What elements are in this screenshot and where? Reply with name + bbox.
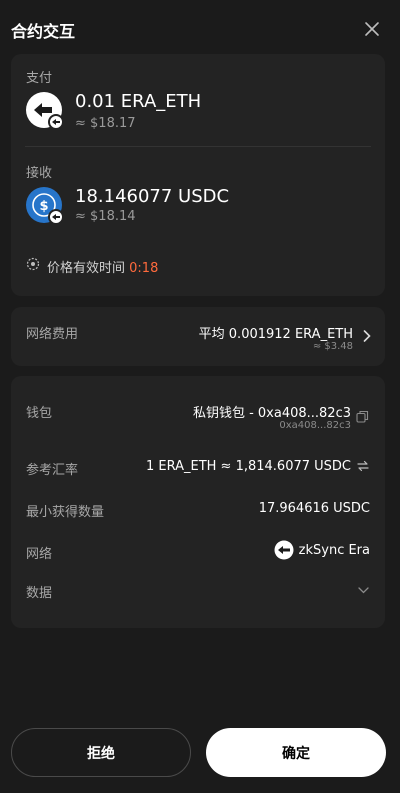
page-title: 合约交互	[11, 22, 76, 41]
chevron-right-icon[interactable]	[363, 330, 371, 342]
min-received-label: 最小获得数量	[26, 505, 105, 520]
wallet-value: 私钥钱包 - 0xa408...82c3	[192, 406, 351, 421]
receive-usd: ≈ $18.14	[75, 209, 136, 224]
timer-icon	[26, 257, 40, 271]
data-label: 数据	[26, 586, 53, 601]
rate-value: 1 ERA_ETH ≈ 1,814.6077 USDC	[145, 459, 351, 474]
price-validity: 价格有效时间 0:18	[47, 257, 158, 276]
network-fee-label: 网络费用	[26, 327, 79, 342]
swap-card: 支付 0.01 ERA_ETH ≈ $18.17 接收 $ 18.146077 …	[11, 54, 385, 296]
zksync-icon	[274, 540, 294, 560]
details-card: 钱包 私钥钱包 - 0xa408...82c3 0xa408...82c3 参考…	[11, 376, 385, 628]
svg-text:$: $	[39, 199, 48, 214]
pay-usd: ≈ $18.17	[75, 116, 136, 131]
reject-button[interactable]: 拒绝	[11, 728, 191, 777]
wallet-address: 0xa408...82c3	[279, 420, 351, 431]
network-fee-card[interactable]: 网络费用 平均 0.001912 ERA_ETH ≈ $3.48	[11, 307, 385, 366]
receive-amount: 18.146077 USDC	[75, 186, 230, 207]
wallet-label: 钱包	[26, 406, 53, 421]
price-validity-label: 价格有效时间	[47, 261, 126, 276]
network-value: zkSync Era	[298, 543, 370, 558]
divider	[25, 146, 371, 147]
network-fee-usd: ≈ $3.48	[312, 341, 353, 352]
chevron-down-icon[interactable]	[358, 587, 369, 594]
confirm-button[interactable]: 确定	[206, 728, 386, 777]
header: 合约交互	[0, 0, 400, 60]
era-eth-token-icon	[26, 92, 63, 129]
usdc-token-icon: $	[26, 187, 63, 224]
copy-icon[interactable]	[356, 410, 369, 423]
min-received-value: 17.964616 USDC	[258, 501, 370, 516]
swap-rate-icon[interactable]	[357, 460, 369, 472]
network-fee-value: 平均 0.001912 ERA_ETH	[198, 327, 353, 342]
pay-amount: 0.01 ERA_ETH	[75, 91, 202, 112]
network-label: 网络	[26, 547, 53, 562]
receive-label: 接收	[26, 166, 53, 181]
price-validity-timer: 0:18	[129, 261, 159, 276]
rate-label: 参考汇率	[26, 463, 79, 478]
pay-label: 支付	[26, 71, 53, 86]
close-icon[interactable]	[364, 21, 380, 37]
